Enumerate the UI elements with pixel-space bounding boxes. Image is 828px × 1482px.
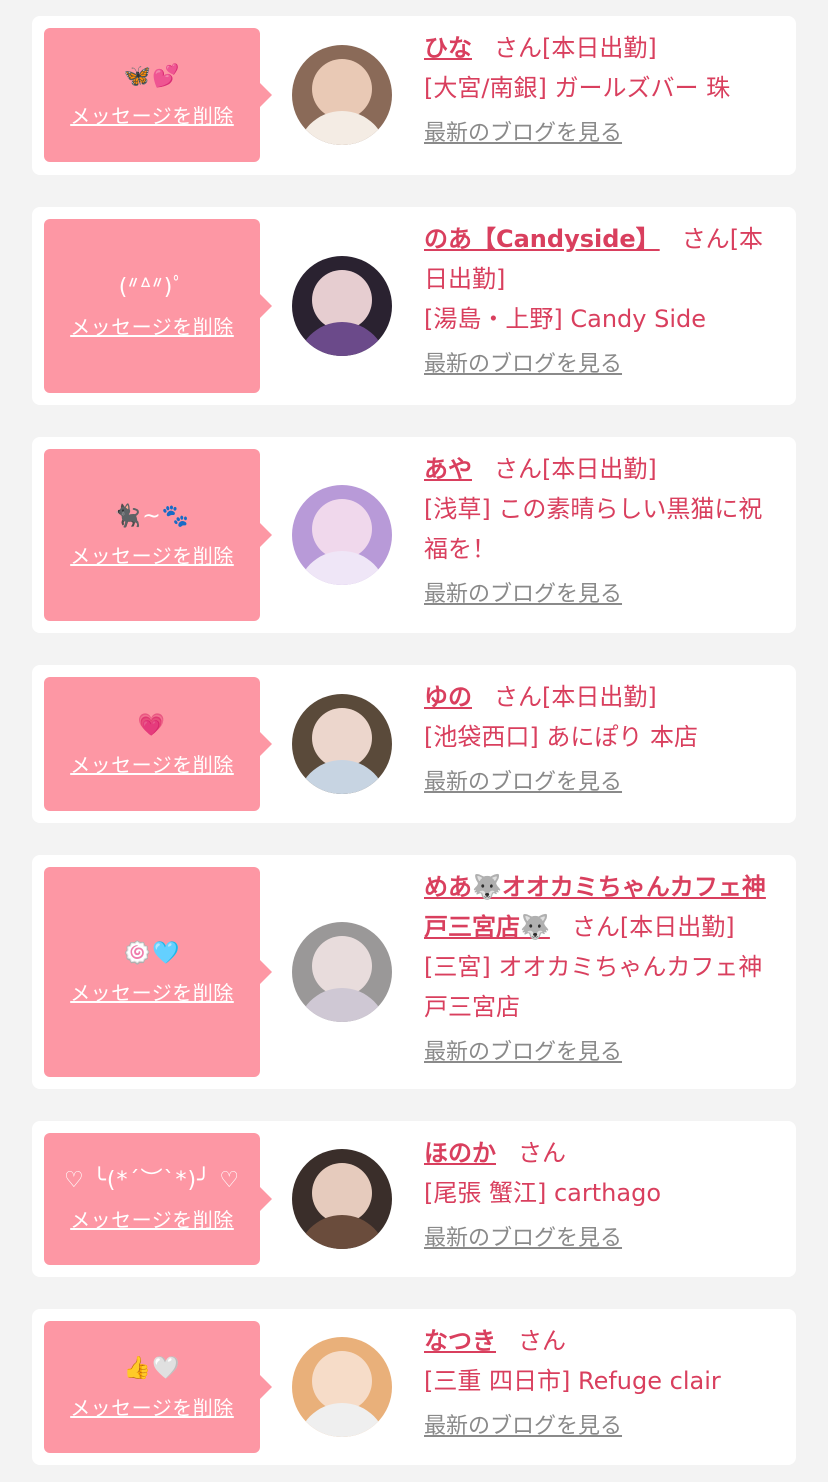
message-text: (ᐥᐞᐥ)ﾟ	[118, 274, 186, 300]
area-shop: [尾張 蟹江] carthago	[424, 1179, 661, 1207]
honorific: さん	[494, 34, 542, 62]
area-shop: [大宮/南銀] ガールズバー 珠	[424, 74, 731, 102]
message-text: ♡ ╰(*´︶`*)╯ ♡	[63, 1167, 241, 1193]
area-shop: [浅草] この素晴らしい黒猫に祝福を！	[424, 495, 763, 563]
today-badge: [本日出勤]	[542, 34, 657, 62]
blog-link[interactable]: 最新のブログを見る	[424, 114, 622, 154]
delete-message-link[interactable]: メッセージを削除	[70, 1204, 234, 1233]
today-badge: [本日出勤]	[542, 683, 657, 711]
message-bubble: (ᐥᐞᐥ)ﾟ メッセージを削除	[44, 219, 272, 393]
avatar[interactable]	[292, 1337, 392, 1437]
blog-link[interactable]: 最新のブログを見る	[424, 575, 622, 615]
name-link[interactable]: のあ【Candyside】	[424, 225, 660, 253]
card-info: あや さん[本日出勤] [浅草] この素晴らしい黒猫に祝福を！ 最新のブログを見る	[424, 449, 784, 615]
today-badge: [本日出勤]	[542, 455, 657, 483]
honorific: さん	[571, 913, 620, 941]
name-link[interactable]: あや	[424, 455, 472, 483]
honorific: さん	[494, 455, 542, 483]
favorite-card: 🐈‍⬛~🐾 メッセージを削除 あや さん[本日出勤] [浅草] この素晴らしい黒猫…	[32, 437, 796, 633]
blog-link[interactable]: 最新のブログを見る	[424, 763, 622, 803]
card-info: ゆの さん[本日出勤] [池袋西口] あにぽり 本店 最新のブログを見る	[424, 677, 784, 803]
delete-message-link[interactable]: メッセージを削除	[70, 1392, 234, 1421]
message-text: 👍🤍	[123, 1355, 181, 1381]
message-bubble: 💗 メッセージを削除	[44, 677, 272, 811]
avatar[interactable]	[292, 694, 392, 794]
card-info: ほのか さん [尾張 蟹江] carthago 最新のブログを見る	[424, 1133, 784, 1259]
honorific: さん	[681, 225, 730, 253]
favorite-card: 👍🤍 メッセージを削除 なつき さん [三重 四日市] Refuge clair …	[32, 1309, 796, 1465]
delete-message-link[interactable]: メッセージを削除	[70, 100, 234, 129]
favorite-card: 💗 メッセージを削除 ゆの さん[本日出勤] [池袋西口] あにぽり 本店 最新の…	[32, 665, 796, 823]
blog-link[interactable]: 最新のブログを見る	[424, 345, 622, 385]
today-badge: [本日出勤]	[619, 913, 735, 941]
delete-message-link[interactable]: メッセージを削除	[70, 749, 234, 778]
avatar[interactable]	[292, 45, 392, 145]
message-text: 🐈‍⬛~🐾	[113, 503, 191, 529]
avatar[interactable]	[292, 256, 392, 356]
avatar[interactable]	[292, 485, 392, 585]
message-bubble: ♡ ╰(*´︶`*)╯ ♡ メッセージを削除	[44, 1133, 272, 1265]
favorite-card: 🍥🩵 メッセージを削除 めあ🐺オオカミちゃんカフェ神戸三宮店🐺 さん[本日出勤] …	[32, 855, 796, 1089]
favorites-list: 🦋💕 メッセージを削除 ひな さん[本日出勤] [大宮/南銀] ガールズバー 珠 …	[0, 0, 828, 1465]
message-text: 🦋💕	[123, 63, 181, 89]
area-shop: [三重 四日市] Refuge clair	[424, 1367, 721, 1395]
card-info: めあ🐺オオカミちゃんカフェ神戸三宮店🐺 さん[本日出勤] [三宮] オオカミちゃん…	[424, 867, 784, 1073]
area-shop: [湯島・上野] Candy Side	[424, 305, 706, 333]
favorite-card: 🦋💕 メッセージを削除 ひな さん[本日出勤] [大宮/南銀] ガールズバー 珠 …	[32, 16, 796, 175]
area-shop: [池袋西口] あにぽり 本店	[424, 723, 698, 751]
name-link[interactable]: ゆの	[424, 683, 472, 711]
name-link[interactable]: ひな	[424, 34, 472, 62]
honorific: さん	[494, 683, 542, 711]
blog-link[interactable]: 最新のブログを見る	[424, 1407, 622, 1447]
avatar[interactable]	[292, 1149, 392, 1249]
favorite-card: (ᐥᐞᐥ)ﾟ メッセージを削除 のあ【Candyside】 さん[本日出勤] [湯…	[32, 207, 796, 405]
message-bubble: 🐈‍⬛~🐾 メッセージを削除	[44, 449, 272, 621]
name-link[interactable]: ほのか	[424, 1139, 496, 1167]
honorific: さん	[518, 1139, 566, 1167]
favorite-card: ♡ ╰(*´︶`*)╯ ♡ メッセージを削除 ほのか さん [尾張 蟹江] car…	[32, 1121, 796, 1277]
card-info: ひな さん[本日出勤] [大宮/南銀] ガールズバー 珠 最新のブログを見る	[424, 28, 784, 154]
message-bubble: 🦋💕 メッセージを削除	[44, 28, 272, 162]
message-text: 💗	[137, 712, 167, 738]
card-info: のあ【Candyside】 さん[本日出勤] [湯島・上野] Candy Side…	[424, 219, 784, 385]
avatar[interactable]	[292, 922, 392, 1022]
area-shop: [三宮] オオカミちゃんカフェ神戸三宮店	[424, 953, 763, 1021]
delete-message-link[interactable]: メッセージを削除	[70, 977, 234, 1006]
blog-link[interactable]: 最新のブログを見る	[424, 1033, 622, 1073]
name-link[interactable]: なつき	[424, 1327, 496, 1355]
honorific: さん	[518, 1327, 566, 1355]
message-bubble: 👍🤍 メッセージを削除	[44, 1321, 272, 1453]
message-text: 🍥🩵	[123, 940, 181, 966]
blog-link[interactable]: 最新のブログを見る	[424, 1219, 622, 1259]
message-bubble: 🍥🩵 メッセージを削除	[44, 867, 272, 1077]
card-info: なつき さん [三重 四日市] Refuge clair 最新のブログを見る	[424, 1321, 784, 1447]
delete-message-link[interactable]: メッセージを削除	[70, 540, 234, 569]
delete-message-link[interactable]: メッセージを削除	[70, 311, 234, 340]
